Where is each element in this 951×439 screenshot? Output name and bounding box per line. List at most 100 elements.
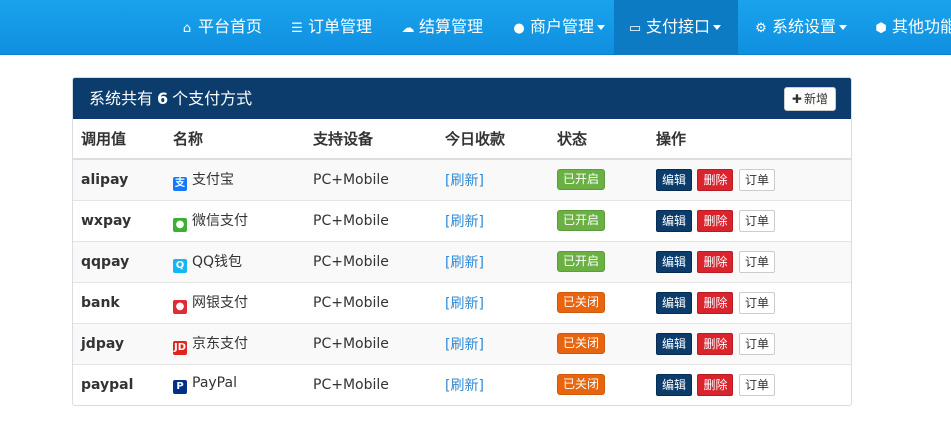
row-device: PC+Mobile: [305, 363, 437, 405]
edit-button[interactable]: 编辑: [656, 209, 693, 232]
row-device: PC+Mobile: [305, 322, 437, 364]
delete-button[interactable]: 删除: [697, 332, 734, 355]
refresh-link[interactable]: [刷新]: [445, 173, 484, 189]
edit-button[interactable]: 编辑: [656, 250, 693, 273]
row-code: wxpay: [73, 199, 165, 241]
delete-button[interactable]: 删除: [697, 168, 734, 191]
row-name-label: 京东支付: [192, 335, 248, 352]
row-code: qqpay: [73, 240, 165, 282]
row-device: PC+Mobile: [305, 240, 437, 282]
nav-item-merchants[interactable]: ● 商户管理: [510, 0, 607, 54]
nav-item-label: 订单管理: [308, 17, 373, 36]
cube-icon: ⬢: [875, 21, 887, 36]
delete-button[interactable]: 删除: [697, 373, 734, 396]
status-badge[interactable]: 已关闭: [557, 333, 606, 354]
edit-button[interactable]: 编辑: [656, 373, 693, 396]
delete-button[interactable]: 删除: [697, 291, 734, 314]
top-navbar: ⌂ 平台首页 ☰ 订单管理 ☁ 结算管理 ● 商户管理 ▭ 支付接口 ⚙ 系统设置 ⬢ 其他功…: [0, 0, 951, 55]
delete-button[interactable]: 删除: [697, 250, 734, 273]
row-name: P PayPal: [165, 363, 305, 405]
row-status: 已关闭: [549, 281, 648, 323]
list-icon: ☰: [291, 21, 303, 36]
row-name: ● 微信支付: [165, 199, 305, 241]
method-count: 6: [157, 89, 169, 108]
table-row: bank ● 网银支付 PC+Mobile [刷新] 已关闭 编辑 删除 订单: [73, 281, 851, 323]
row-actions: 编辑 删除 订单: [648, 322, 851, 364]
table-row: alipay 支支付宝 PC+Mobile [刷新] 已开启 编辑 删除 订单: [73, 159, 851, 200]
row-name: Q QQ钱包: [165, 240, 305, 282]
jd-icon: JD: [173, 340, 187, 355]
refresh-link[interactable]: [刷新]: [445, 296, 484, 312]
refresh-link[interactable]: [刷新]: [445, 337, 484, 353]
nav-item-orders[interactable]: ☰ 订单管理: [288, 0, 374, 54]
home-icon: ⌂: [182, 21, 192, 36]
refresh-link[interactable]: [刷新]: [445, 378, 484, 394]
order-button[interactable]: 订单: [738, 332, 775, 355]
status-badge[interactable]: 已关闭: [557, 374, 606, 396]
row-code: alipay: [73, 159, 165, 200]
nav-item-label: 其他功能: [892, 17, 951, 36]
caret-down-icon: [597, 25, 606, 30]
order-button[interactable]: 订单: [738, 373, 775, 396]
header-actions: 操作: [648, 119, 851, 160]
header-code: 调用值: [73, 119, 165, 160]
order-button[interactable]: 订单: [738, 291, 775, 314]
row-code: jdpay: [73, 322, 165, 364]
nav-item-settlement[interactable]: ☁ 结算管理: [399, 0, 485, 54]
status-badge[interactable]: 已开启: [557, 251, 606, 272]
user-icon: ●: [513, 21, 525, 36]
caret-down-icon: [839, 25, 848, 30]
header-device: 支持设备: [305, 119, 437, 160]
row-name-label: PayPal: [192, 375, 237, 392]
nav-item-label: 结算管理: [419, 17, 484, 36]
header-name: 名称: [165, 119, 305, 160]
refresh-link[interactable]: [刷新]: [445, 255, 484, 271]
row-actions: 编辑 删除 订单: [648, 240, 851, 282]
row-revenue: [刷新]: [437, 240, 549, 282]
delete-button[interactable]: 删除: [697, 209, 734, 232]
row-name-label: 支付宝: [192, 171, 234, 188]
edit-button[interactable]: 编辑: [656, 291, 693, 314]
status-badge[interactable]: 已关闭: [557, 292, 606, 313]
edit-button[interactable]: 编辑: [656, 332, 693, 355]
panel-title: 系统共有 6 个支付方式: [89, 78, 252, 119]
caret-down-icon: [713, 25, 722, 30]
refresh-link[interactable]: [刷新]: [445, 214, 484, 230]
edit-button[interactable]: 编辑: [656, 168, 693, 191]
row-code: paypal: [73, 363, 165, 405]
credit-card-icon: ▭: [628, 21, 642, 36]
row-actions: 编辑 删除 订单: [648, 363, 851, 405]
status-badge[interactable]: 已开启: [557, 210, 606, 231]
order-button[interactable]: 订单: [738, 209, 775, 232]
row-name-label: QQ钱包: [192, 253, 243, 270]
order-button[interactable]: 订单: [738, 168, 775, 191]
row-actions: 编辑 删除 订单: [648, 281, 851, 323]
panel-heading: 系统共有 6 个支付方式 ✚ 新增: [73, 78, 851, 119]
title-prefix: 系统共有: [89, 89, 154, 108]
row-status: 已开启: [549, 199, 648, 241]
row-name: ● 网银支付: [165, 281, 305, 323]
table-row: paypal P PayPal PC+Mobile [刷新] 已关闭 编辑 删除 订单: [73, 363, 851, 405]
row-name: 支支付宝: [165, 159, 305, 200]
row-actions: 编辑 删除 订单: [648, 199, 851, 241]
row-name-label: 微信支付: [192, 212, 248, 229]
row-code: bank: [73, 281, 165, 323]
row-name-label: 网银支付: [192, 294, 248, 311]
paypal-icon: P: [173, 380, 187, 395]
nav-item-other[interactable]: ⬢ 其他功能: [872, 0, 951, 54]
row-status: 已开启: [549, 159, 648, 200]
wechat-icon: ●: [173, 217, 187, 232]
nav-item-home[interactable]: ⌂ 平台首页: [178, 0, 264, 54]
table-row: qqpay Q QQ钱包 PC+Mobile [刷新] 已开启 编辑 删除 订单: [73, 240, 851, 282]
row-revenue: [刷新]: [437, 363, 549, 405]
plus-icon: ✚: [791, 92, 802, 106]
add-button[interactable]: ✚ 新增: [783, 87, 836, 111]
status-badge[interactable]: 已开启: [557, 169, 606, 191]
row-revenue: [刷新]: [437, 159, 549, 200]
row-device: PC+Mobile: [305, 199, 437, 241]
order-button[interactable]: 订单: [738, 250, 775, 273]
nav-item-payment-interface[interactable]: ▭ 支付接口: [614, 0, 738, 54]
nav-item-system-settings[interactable]: ⚙ 系统设置: [752, 0, 849, 54]
row-revenue: [刷新]: [437, 199, 549, 241]
row-status: 已关闭: [549, 363, 648, 405]
